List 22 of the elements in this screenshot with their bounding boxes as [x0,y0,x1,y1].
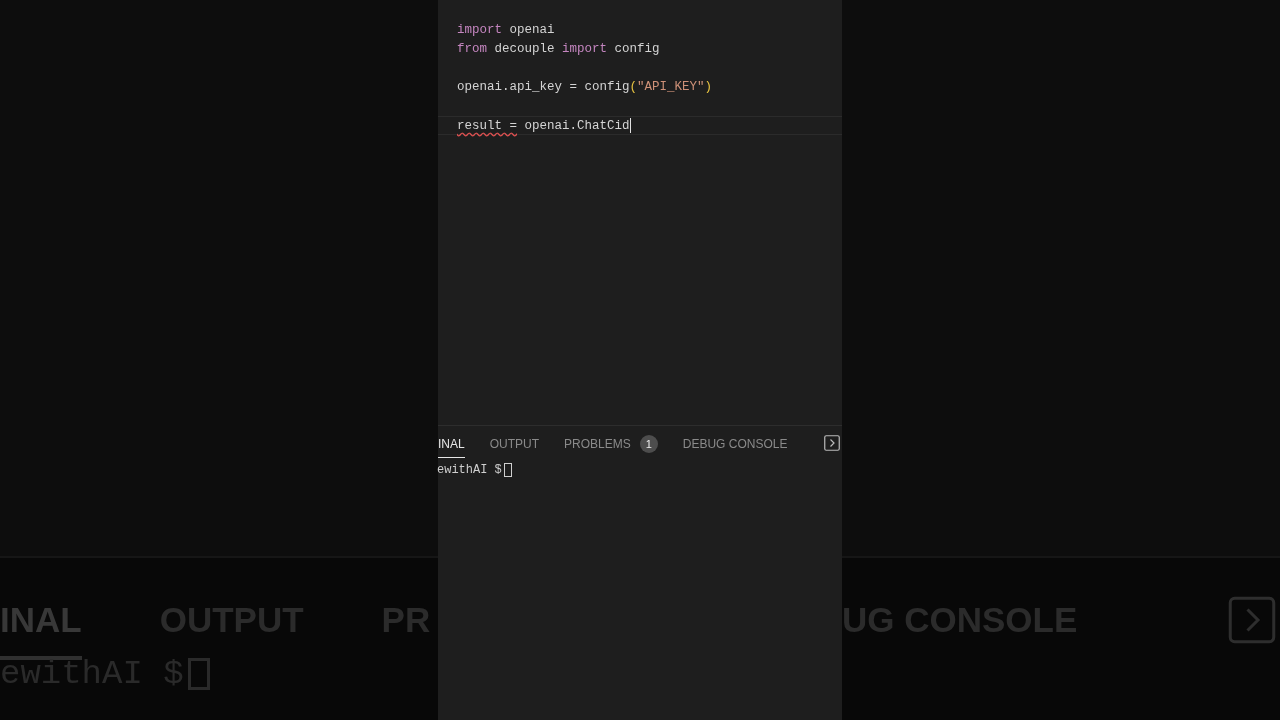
panel-tab[interactable]: INAL [438,428,465,458]
panel-tab[interactable]: OUTPUT [489,429,540,457]
code-text: openai.api_key = config [457,80,630,94]
cursor-block [503,463,512,477]
code-text: decouple [493,42,556,56]
code-text: ( [629,80,638,94]
code-text: "API_KEY" [637,80,705,94]
code-text: config [613,42,660,56]
text-cursor [629,118,632,134]
code-text: import [562,42,608,56]
panel-tab[interactable]: PROBLEMS 1 [564,427,658,459]
misspelled-code-text: result = [457,119,517,133]
count-badge: 1 [639,435,658,453]
terminal-prompt: ewithAI $ [437,463,502,477]
code-text: ) [704,80,713,94]
panel-tab[interactable]: DEBUG CONSOLE [682,429,788,457]
code-text: openai.ChatCid [523,119,630,133]
code-text: from [457,42,487,56]
cursor-block [187,658,210,690]
chevron-right-icon[interactable] [824,435,840,451]
code-text: import [457,23,502,37]
code-text: openai [508,23,555,37]
